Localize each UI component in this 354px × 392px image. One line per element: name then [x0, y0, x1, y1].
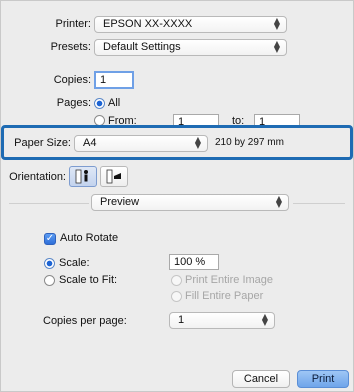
panel-value: Preview	[100, 196, 140, 208]
cancel-button[interactable]: Cancel	[232, 370, 290, 388]
presets-popup[interactable]: Default Settings ▲ ▼	[94, 39, 287, 56]
popup-arrows-icon: ▲ ▼	[273, 39, 280, 54]
pages-all-radio[interactable]	[94, 98, 105, 109]
popup-arrows-icon: ▲ ▼	[275, 194, 282, 209]
fill-entire-paper-label: Fill Entire Paper	[185, 290, 264, 302]
paper-size-label: Paper Size:	[14, 137, 71, 149]
presets-value: Default Settings	[103, 41, 181, 53]
portrait-button[interactable]	[69, 166, 97, 187]
auto-rotate-checkbox[interactable]: ✓	[44, 233, 56, 245]
popup-arrows-icon: ▲ ▼	[273, 16, 280, 31]
landscape-button[interactable]	[100, 166, 128, 187]
fill-entire-paper-radio[interactable]	[171, 291, 182, 302]
print-entire-image-radio[interactable]	[171, 275, 182, 286]
presets-label: Presets:	[50, 41, 91, 53]
print-entire-image-label: Print Entire Image	[185, 274, 274, 286]
separator-right	[293, 203, 345, 204]
scale-to-fit-label: Scale to Fit:	[59, 274, 118, 286]
popup-arrows-icon: ▲ ▼	[194, 135, 201, 150]
printer-label: Printer:	[55, 18, 91, 30]
scale-label: Scale:	[59, 257, 90, 269]
scale-radio[interactable]	[44, 258, 55, 269]
landscape-person-icon	[106, 169, 121, 184]
pages-label: Pages:	[56, 97, 91, 109]
pages-all-label: All	[108, 97, 121, 109]
print-dialog: Printer: EPSON XX-XXXX ▲ ▼ Presets: Defau…	[0, 0, 354, 392]
printer-popup[interactable]: EPSON XX-XXXX ▲ ▼	[94, 16, 287, 33]
paper-size-dimensions: 210 by 297 mm	[215, 137, 284, 148]
paper-size-popup[interactable]: A4 ▲ ▼	[74, 135, 208, 152]
printer-value: EPSON XX-XXXX	[103, 18, 193, 30]
portrait-person-icon	[75, 169, 88, 184]
copies-input[interactable]: 1	[94, 71, 134, 89]
popup-arrows-icon: ▲ ▼	[261, 312, 268, 327]
auto-rotate-label: Auto Rotate	[60, 232, 119, 244]
copies-label: Copies:	[53, 74, 91, 86]
print-button[interactable]: Print	[297, 370, 349, 388]
copies-per-page-label: Copies per page:	[43, 315, 127, 327]
orientation-label: Orientation:	[9, 171, 66, 183]
paper-size-value: A4	[83, 137, 97, 149]
separator-left	[9, 203, 89, 204]
copies-per-page-popup[interactable]: 1 ▲ ▼	[169, 312, 275, 329]
panel-popup[interactable]: Preview ▲ ▼	[91, 194, 289, 211]
copies-per-page-value: 1	[178, 314, 185, 326]
scale-input[interactable]: 100 %	[169, 254, 219, 270]
scale-to-fit-radio[interactable]	[44, 275, 55, 286]
